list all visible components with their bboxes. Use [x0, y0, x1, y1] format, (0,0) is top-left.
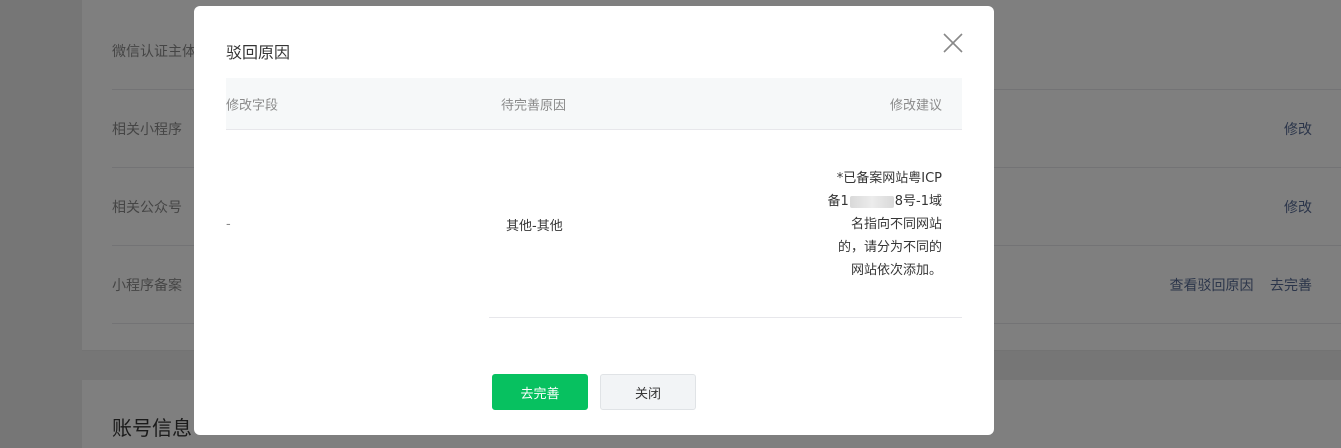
column-header-reason: 待完善原因 — [501, 98, 567, 113]
column-header-suggestion: 修改建议 — [889, 98, 942, 113]
close-icon[interactable] — [942, 32, 964, 54]
cell-reason: 其他-其他 — [506, 219, 563, 234]
close-button[interactable]: 关闭 — [600, 374, 696, 410]
complete-button[interactable]: 去完善 — [492, 374, 588, 410]
table-header: 修改字段 待完善原因 修改建议 — [226, 78, 962, 130]
reject-reason-dialog: 驳回原因 修改字段 待完善原因 修改建议 - 其他-其他 *已备案网站粤ICP … — [194, 6, 994, 435]
cell-field: - — [226, 217, 231, 232]
redacted-text — [849, 195, 894, 208]
dialog-title: 驳回原因 — [226, 43, 291, 62]
cell-suggestion: *已备案网站粤ICP 备1 8号-1域 名指向不同网站 的，请分为不同的 网站依次… — [827, 171, 942, 278]
column-header-field: 修改字段 — [226, 98, 279, 113]
